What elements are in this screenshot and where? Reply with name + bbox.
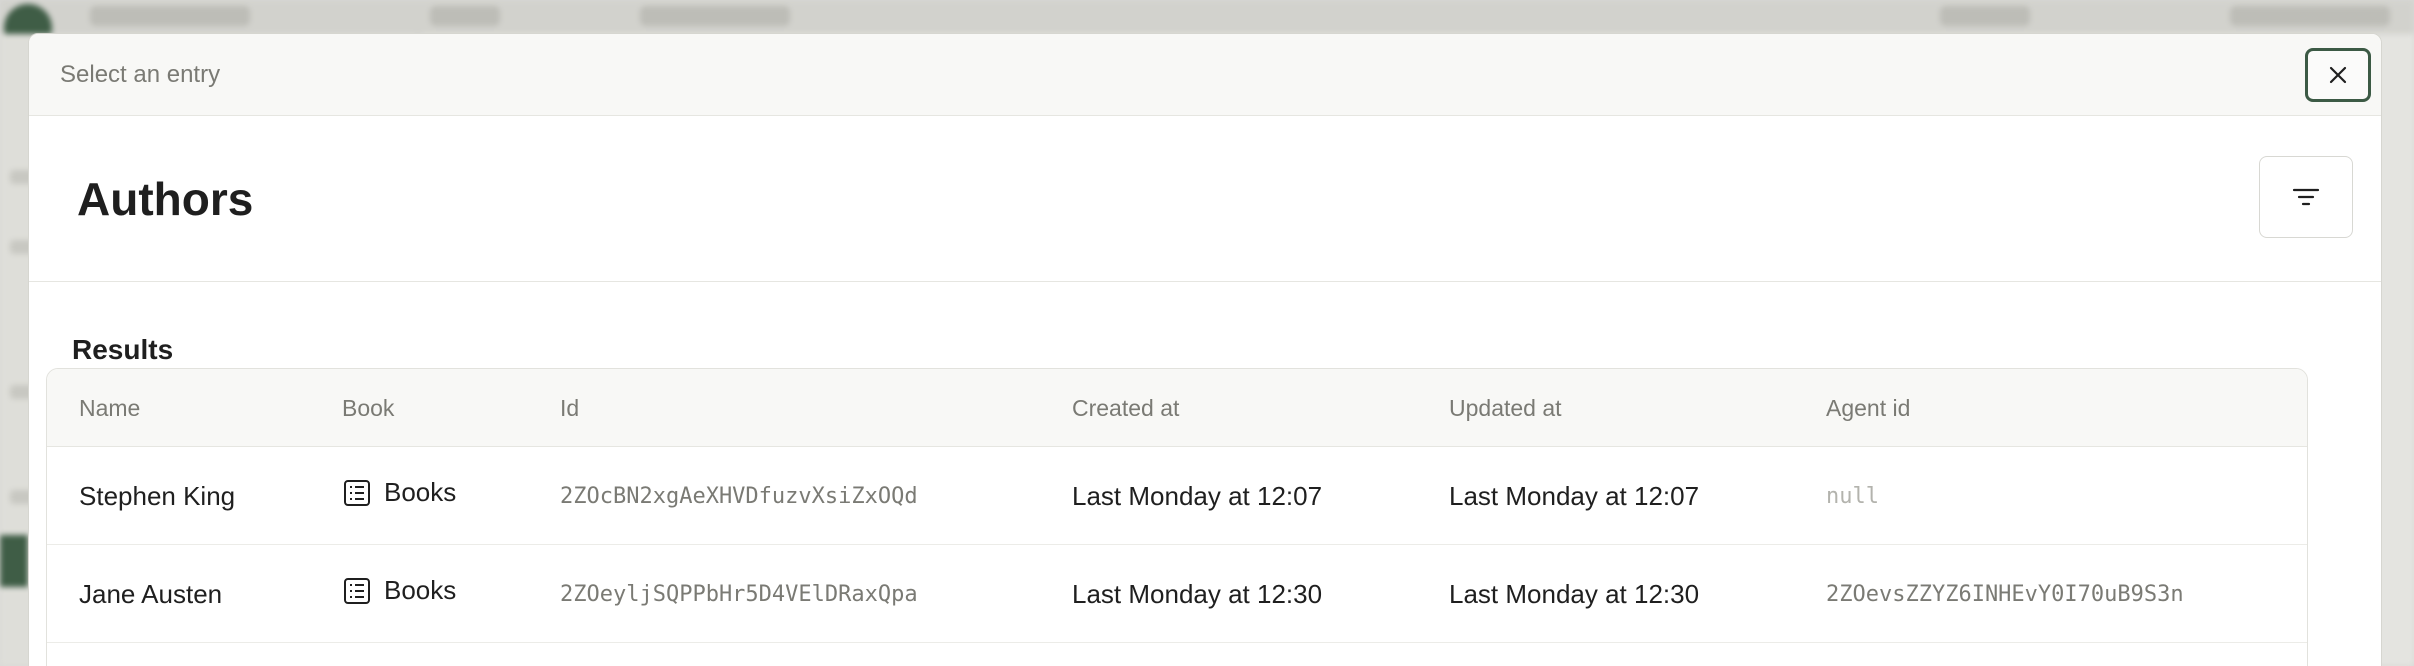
column-header-book[interactable]: Book: [342, 395, 394, 422]
background-topbar: [0, 0, 2414, 34]
table-row[interactable]: Stephen King Books 2ZOcBN2xgAeXHVDfuzvXs…: [47, 447, 2307, 545]
column-header-agent-id[interactable]: Agent id: [1826, 395, 1910, 422]
column-header-name[interactable]: Name: [79, 395, 140, 422]
cell-book: Books: [342, 477, 456, 508]
background-pill: [1940, 6, 2030, 26]
collection-header: Authors: [29, 116, 2381, 282]
column-header-created-at[interactable]: Created at: [1072, 395, 1179, 422]
table-list-icon: [344, 479, 370, 506]
cell-id: 2ZOcBN2xgAeXHVDfuzvXsiZxOQd: [560, 484, 918, 509]
filter-button[interactable]: [2259, 156, 2353, 238]
background-pill: [430, 6, 500, 26]
background-active-item: [0, 535, 28, 587]
table-list-icon: [344, 577, 370, 604]
cell-id: 2ZOeyljSQPPbHr5D4VElDRaxQpa: [560, 582, 918, 607]
modal-header: Select an entry: [29, 34, 2381, 116]
background-pill: [640, 6, 790, 26]
cell-book-label: Books: [384, 477, 457, 507]
cell-name: Stephen King: [79, 481, 236, 511]
cell-book-label: Books: [384, 575, 457, 605]
column-header-updated-at[interactable]: Updated at: [1449, 395, 1562, 422]
results-table: Name Book Id Created at Updated at Agent…: [46, 368, 2308, 666]
cell-agent-id: 2ZOevsZZYZ6INHEvY0I70uB9S3n: [1826, 582, 2184, 607]
table-header: Name Book Id Created at Updated at Agent…: [47, 369, 2307, 447]
cell-updated-at: Last Monday at 12:30: [1449, 579, 1700, 609]
cell-name: Jane Austen: [79, 579, 223, 609]
background-pill: [2230, 6, 2390, 26]
modal-title: Select an entry: [60, 61, 221, 88]
table-row[interactable]: Jane Austen Books 2ZOeyljSQPPbHr5D4VElDR…: [47, 545, 2307, 643]
cell-book: Books: [342, 575, 456, 606]
results-label: Results: [72, 334, 174, 365]
close-icon: [2329, 66, 2347, 84]
cell-created-at: Last Monday at 12:30: [1072, 579, 1323, 609]
background-pill: [90, 6, 250, 26]
cell-agent-id: null: [1826, 484, 1879, 509]
cell-updated-at: Last Monday at 12:07: [1449, 481, 1700, 511]
page-title: Authors: [77, 173, 254, 225]
filter-icon: [2292, 188, 2320, 206]
close-button[interactable]: [2305, 48, 2371, 102]
cell-created-at: Last Monday at 12:07: [1072, 481, 1323, 511]
column-header-id[interactable]: Id: [560, 395, 579, 422]
